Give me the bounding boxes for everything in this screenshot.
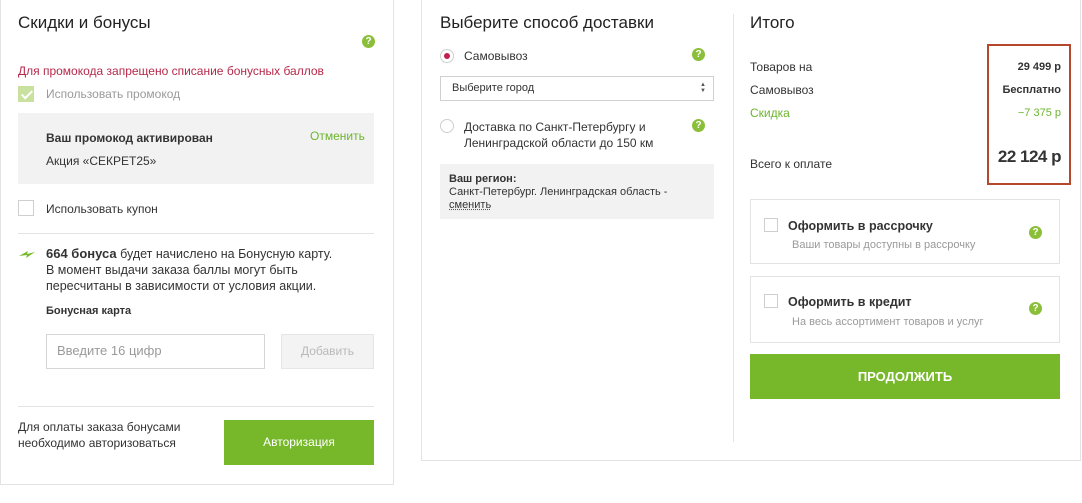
promo-action-name: Акция «СЕКРЕТ25» — [46, 154, 157, 168]
auth-button[interactable]: Авторизация — [224, 420, 374, 465]
bolt-icon — [18, 247, 36, 259]
promo-error-message: Для промокода запрещено списание бонусны… — [18, 64, 324, 78]
discounts-help-icon[interactable]: ? — [362, 35, 375, 48]
credit-checkbox[interactable] — [764, 294, 778, 308]
promo-cancel-link[interactable]: Отменить — [310, 128, 365, 144]
installment-title: Оформить в рассрочку — [788, 219, 933, 233]
pickup-summary-label: Самовывоз — [750, 83, 814, 97]
total-label: Всего к оплате — [750, 157, 833, 171]
column-divider — [733, 14, 734, 442]
discounts-divider — [18, 233, 374, 234]
select-arrows-icon: ▲ ▼ — [700, 82, 706, 94]
auth-note-line-2: необходимо авторизоваться — [18, 436, 176, 450]
credit-title: Оформить в кредит — [788, 295, 912, 309]
add-card-button[interactable]: Добавить — [281, 334, 374, 369]
continue-button[interactable]: ПРОДОЛЖИТЬ — [750, 354, 1060, 399]
use-coupon-label: Использовать купон — [46, 202, 158, 216]
use-coupon-checkbox[interactable] — [18, 200, 34, 216]
bonus-line-2: В момент выдачи заказа баллы могут быть — [46, 263, 298, 277]
pickup-label: Самовывоз — [464, 49, 528, 63]
courier-radio[interactable] — [440, 119, 454, 133]
use-promo-checkbox[interactable] — [18, 86, 34, 102]
use-promo-label: Использовать промокод — [46, 87, 181, 101]
bonus-line-1: 664 бонуса будет начислено на Бонусную к… — [46, 246, 332, 262]
bonus-line-1-rest: будет начислено на Бонусную карту. — [116, 247, 333, 261]
credit-help-icon[interactable]: ? — [1029, 302, 1042, 315]
auth-note-line-1: Для оплаты заказа бонусами — [18, 420, 181, 434]
bonus-line-3: пересчитаны в зависимости от условия акц… — [46, 279, 317, 293]
promo-activated-box — [18, 113, 374, 184]
auth-divider — [18, 406, 374, 407]
city-select-value: Выберите город — [452, 82, 535, 94]
bonus-card-label: Бонусная карта — [46, 305, 132, 317]
discounts-title: Скидки и бонусы — [18, 13, 151, 32]
promo-activated-text: Ваш промокод активирован — [46, 131, 213, 145]
courier-label-line-2: Ленинградской области до 150 км — [464, 136, 654, 150]
courier-label-line-1: Доставка по Санкт-Петербургу и — [464, 120, 646, 134]
city-select[interactable]: Выберите город ▲ ▼ — [440, 76, 714, 101]
goods-label: Товаров на — [750, 60, 813, 74]
pickup-radio[interactable] — [440, 49, 454, 63]
totals-highlight-frame — [987, 44, 1071, 185]
installment-checkbox[interactable] — [764, 218, 778, 232]
credit-subtitle: На весь ассортимент товаров и услуг — [792, 316, 984, 328]
delivery-title: Выберите способ доставки — [440, 13, 654, 32]
region-change-link[interactable]: сменить — [449, 199, 491, 212]
installment-help-icon[interactable]: ? — [1029, 226, 1042, 239]
discount-label: Скидка — [750, 106, 790, 120]
region-label: Ваш регион: — [449, 173, 517, 185]
pickup-help-icon[interactable]: ? — [692, 48, 705, 61]
installment-subtitle: Ваши товары доступны в рассрочку — [792, 239, 976, 251]
summary-title: Итого — [750, 13, 795, 32]
region-value: Санкт-Петербург. Ленинградская область - — [449, 186, 668, 198]
courier-help-icon[interactable]: ? — [692, 119, 705, 132]
bonus-card-input[interactable]: Введите 16 цифр — [46, 334, 265, 369]
bonus-amount: 664 бонуса — [46, 246, 117, 261]
